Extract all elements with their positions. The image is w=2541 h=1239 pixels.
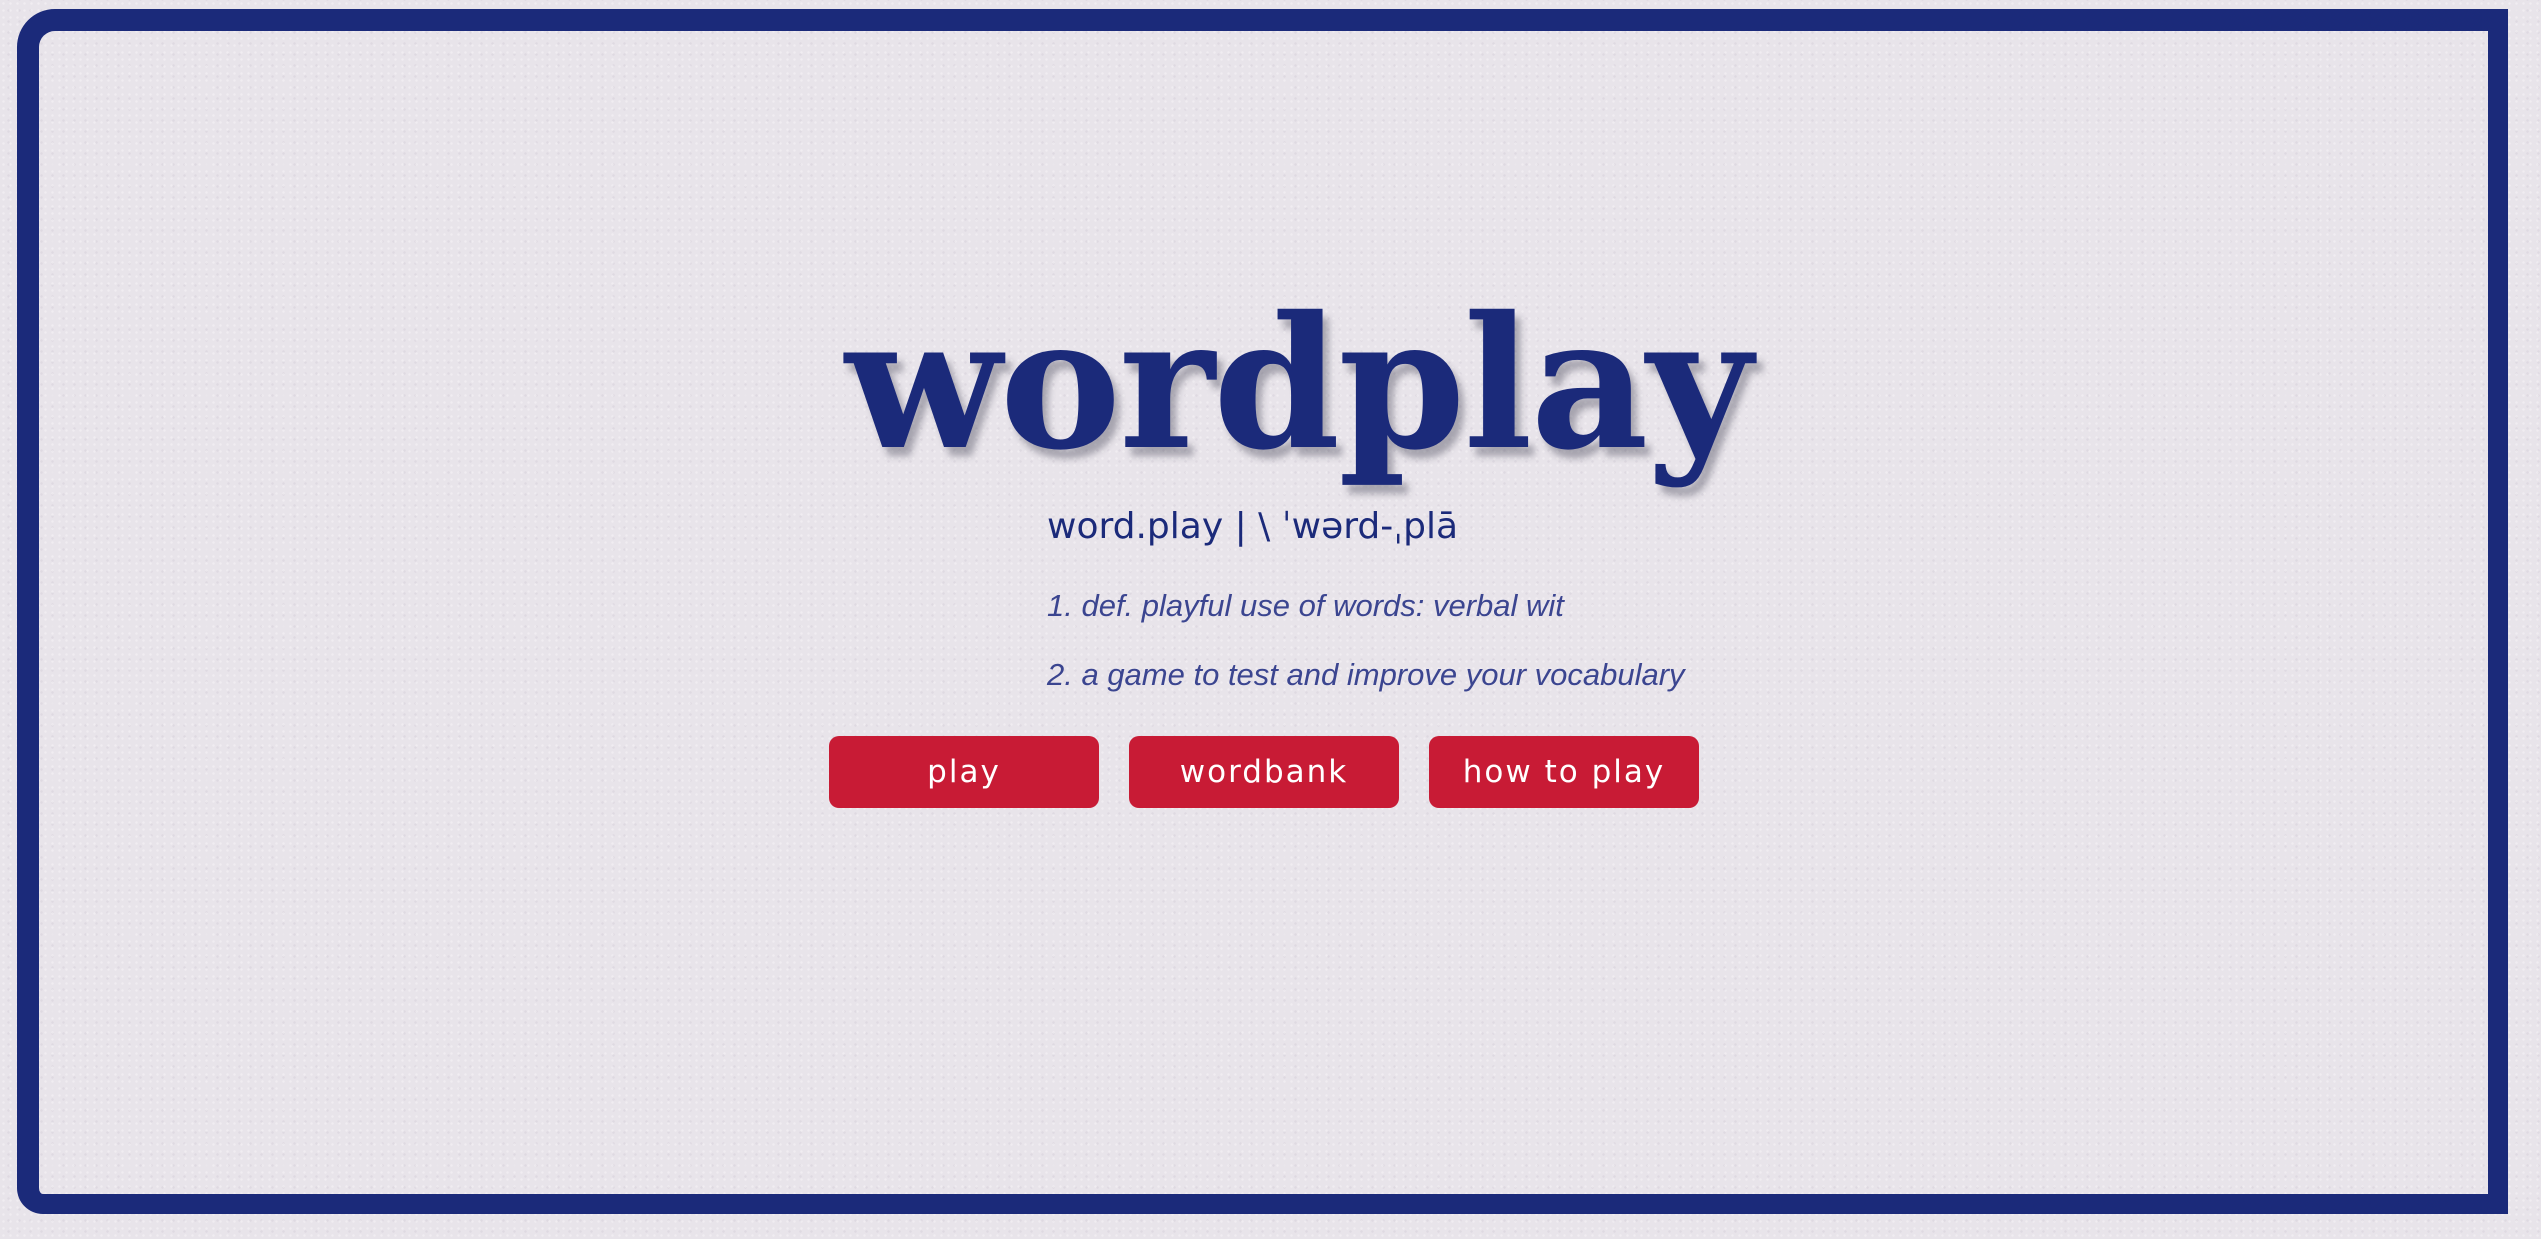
main-content: wordplay word.play | \ ˈwərd-ˌplā 1. def…	[0, 0, 2541, 1239]
wordbank-button[interactable]: wordbank	[1129, 736, 1399, 808]
app-logo-title: wordplay	[845, 276, 1752, 490]
definition-2: 2. a game to test and improve your vocab…	[1047, 657, 1685, 692]
pronunciation-text: word.play | \ ˈwərd-ˌplā	[1047, 506, 1459, 547]
definition-1: 1. def. playful use of words: verbal wit	[1047, 588, 1564, 623]
how-to-play-button[interactable]: how to play	[1429, 736, 1699, 808]
play-button[interactable]: play	[829, 736, 1099, 808]
